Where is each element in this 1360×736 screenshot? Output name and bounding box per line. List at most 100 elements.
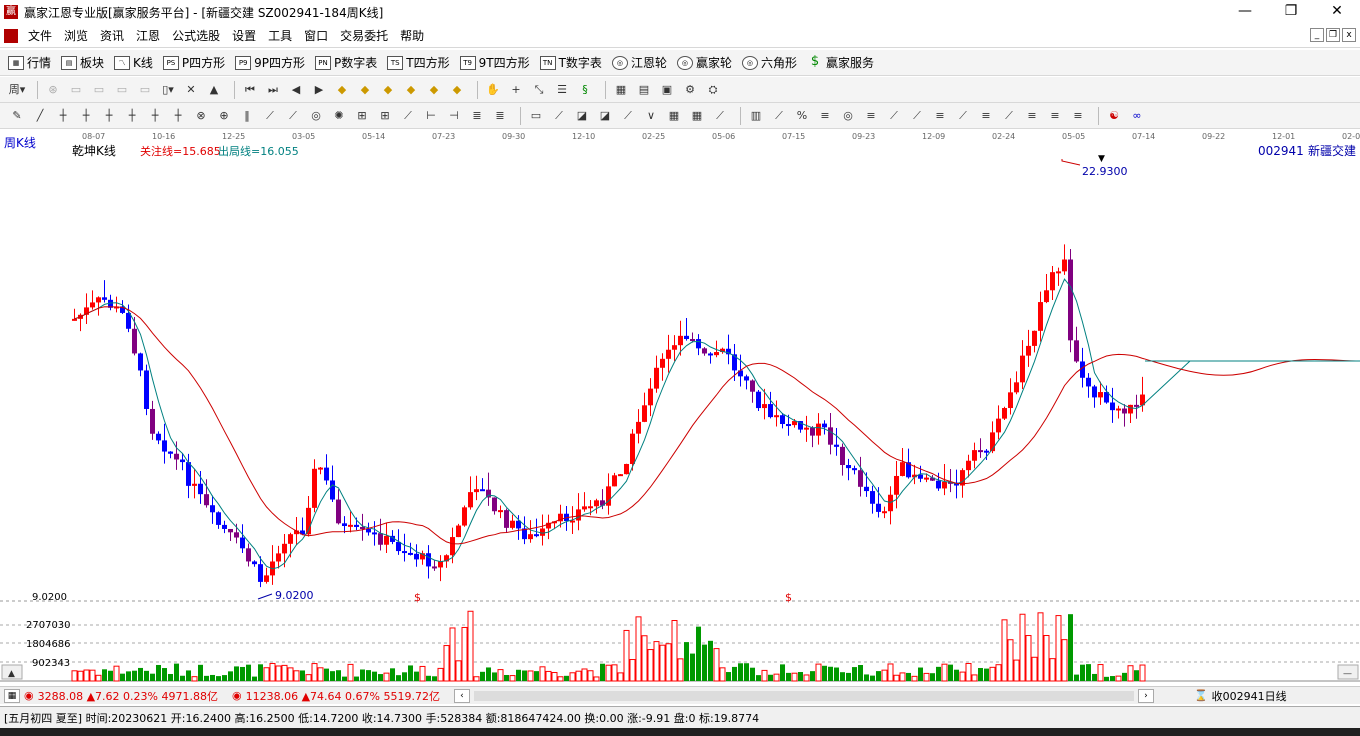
toolbar-t-number-button[interactable]: TN T数字表 <box>539 54 602 71</box>
crosshair-icon[interactable]: + <box>507 82 525 98</box>
tool-icon[interactable]: ◎ <box>307 108 325 124</box>
tool-icon[interactable]: ⟋ <box>284 108 302 124</box>
scroll-right-arrow[interactable]: › <box>1137 688 1154 703</box>
prev-icon[interactable]: ◀ <box>287 82 305 98</box>
diamond-icon[interactable]: ◆ <box>402 82 420 98</box>
tool-icon[interactable]: ▲ <box>205 82 223 98</box>
toolbar-9p-square-button[interactable]: P9 9P四方形 <box>235 54 305 71</box>
toolbar-winner-wheel-button[interactable]: ◎ 赢家轮 <box>676 54 732 71</box>
menu-news[interactable]: 资讯 <box>94 27 130 44</box>
line-tool-icon[interactable]: ╱ <box>31 108 49 124</box>
toolbar-p-square-button[interactable]: PS P四方形 <box>162 54 225 71</box>
tool-icon[interactable]: ┼ <box>123 108 141 124</box>
tool-icon[interactable]: ┼ <box>146 108 164 124</box>
tool-icon[interactable]: ⟋ <box>1000 108 1018 124</box>
diamond-icon[interactable]: ◆ <box>379 82 397 98</box>
toolbar-hexagon-button[interactable]: ◎ 六角形 <box>741 54 797 71</box>
last-bar-icon[interactable]: ⏭ <box>264 82 282 98</box>
minimize-button[interactable]: — <box>1222 0 1268 24</box>
diamond-icon[interactable]: ◆ <box>425 82 443 98</box>
tool-icon[interactable]: ∨ <box>642 108 660 124</box>
tool-icon[interactable]: § <box>576 82 594 98</box>
tool-icon[interactable]: ┼ <box>77 108 95 124</box>
tool-icon[interactable]: ▭ <box>113 82 131 98</box>
tool-icon[interactable]: ⟋ <box>261 108 279 124</box>
tool-icon[interactable]: ≡ <box>862 108 880 124</box>
tool-icon[interactable]: ⊢ <box>422 108 440 124</box>
horizontal-scrollbar[interactable] <box>473 690 1134 701</box>
tool-icon[interactable]: ‖ <box>238 108 256 124</box>
tool-icon[interactable]: ▭ <box>136 82 154 98</box>
tool-icon[interactable]: ▦ <box>665 108 683 124</box>
toolbar-sectors-button[interactable]: ▤ 板块 <box>61 54 104 71</box>
menu-file[interactable]: 文件 <box>22 27 58 44</box>
tool-icon[interactable]: ⟋ <box>885 108 903 124</box>
scroll-left-button[interactable]: ‹ <box>453 688 470 703</box>
tool-icon[interactable]: ≣ <box>468 108 486 124</box>
tool-icon[interactable]: ⊗ <box>192 108 210 124</box>
tool-icon[interactable]: ⚙ <box>681 82 699 98</box>
hand-icon[interactable]: ✋ <box>484 82 502 98</box>
tool-icon[interactable]: ▦ <box>688 108 706 124</box>
toolbar-t-square-button[interactable]: TS T四方形 <box>387 54 450 71</box>
menu-help[interactable]: 帮助 <box>394 27 430 44</box>
diamond-icon[interactable]: ◆ <box>356 82 374 98</box>
first-bar-icon[interactable]: ⏮ <box>241 82 259 98</box>
tool-icon[interactable]: ✕ <box>182 82 200 98</box>
tool-icon[interactable]: ▭ <box>67 82 85 98</box>
candle-type-icon[interactable]: ▯▾ <box>159 82 177 98</box>
mdi-close-icon[interactable]: x <box>1342 28 1356 42</box>
tool-icon[interactable]: ▭ <box>527 108 545 124</box>
close-button[interactable]: ✕ <box>1314 0 1360 24</box>
tool-icon[interactable]: ≡ <box>931 108 949 124</box>
toolbar-gann-wheel-button[interactable]: ◎ 江恩轮 <box>611 54 667 71</box>
kline-chart-area[interactable]: 08-07 10-16 12-25 03-05 05-14 07-23 09-30 12-10… <box>0 129 1360 684</box>
toolbar-kline-button[interactable]: 〽 K线 <box>114 54 153 71</box>
tool-icon[interactable]: ≣ <box>491 108 509 124</box>
menu-gann[interactable]: 江恩 <box>130 27 166 44</box>
diamond-icon[interactable]: ◆ <box>448 82 466 98</box>
tool-icon[interactable]: ◎ <box>839 108 857 124</box>
tool-icon[interactable]: ⊞ <box>376 108 394 124</box>
tool-icon[interactable]: ▥ <box>747 108 765 124</box>
toolbar-p-number-button[interactable]: PN P数字表 <box>315 54 377 71</box>
tool-icon[interactable]: ◪ <box>596 108 614 124</box>
mdi-minimize-icon[interactable]: _ <box>1310 28 1324 42</box>
diamond-icon[interactable]: ◆ <box>333 82 351 98</box>
tool-icon[interactable]: ┼ <box>54 108 72 124</box>
tool-icon[interactable]: ⟋ <box>399 108 417 124</box>
tool-icon[interactable]: ☰ <box>553 82 571 98</box>
yinyang-icon[interactable]: ☯ <box>1105 108 1123 124</box>
tool-icon[interactable]: ⟋ <box>711 108 729 124</box>
toolbar-service-button[interactable]: $ 赢家服务 <box>807 54 874 71</box>
toolbar-quotes-button[interactable]: ▦ 行情 <box>8 54 51 71</box>
tool-icon[interactable]: ≡ <box>816 108 834 124</box>
save-icon[interactable]: ▣ <box>658 82 676 98</box>
next-icon[interactable]: ▶ <box>310 82 328 98</box>
mdi-restore-icon[interactable]: ❐ <box>1326 28 1340 42</box>
menu-window[interactable]: 窗口 <box>298 27 334 44</box>
menu-formula[interactable]: 公式选股 <box>166 27 226 44</box>
pen-icon[interactable]: ✎ <box>8 108 26 124</box>
grid-toggle-icon[interactable]: ▦ <box>4 688 20 703</box>
percent-icon[interactable]: % <box>793 108 811 124</box>
sz-index[interactable]: ◉ 11238.06 ▲74.64 0.67% 5519.72亿 <box>232 688 440 704</box>
tool-icon[interactable]: ┼ <box>169 108 187 124</box>
tool-icon[interactable]: ⟋ <box>908 108 926 124</box>
tool-icon[interactable]: ✺ <box>330 108 348 124</box>
menu-browse[interactable]: 浏览 <box>58 27 94 44</box>
menu-tools[interactable]: 工具 <box>262 27 298 44</box>
menu-settings[interactable]: 设置 <box>226 27 262 44</box>
tool-icon[interactable]: ≡ <box>1069 108 1087 124</box>
tool-icon[interactable]: ⊣ <box>445 108 463 124</box>
tool-icon[interactable]: ⤡ <box>530 82 548 98</box>
infinity-icon[interactable]: ∞ <box>1128 108 1146 124</box>
tool-icon[interactable]: ≡ <box>977 108 995 124</box>
tool-icon[interactable]: ≡ <box>1046 108 1064 124</box>
calendar-icon[interactable]: ▦ <box>612 82 630 98</box>
tool-icon[interactable]: ◪ <box>573 108 591 124</box>
calculator-icon[interactable]: ▤ <box>635 82 653 98</box>
tool-icon[interactable]: ⟋ <box>550 108 568 124</box>
tool-icon[interactable]: ⟋ <box>770 108 788 124</box>
tool-icon[interactable]: ┼ <box>100 108 118 124</box>
